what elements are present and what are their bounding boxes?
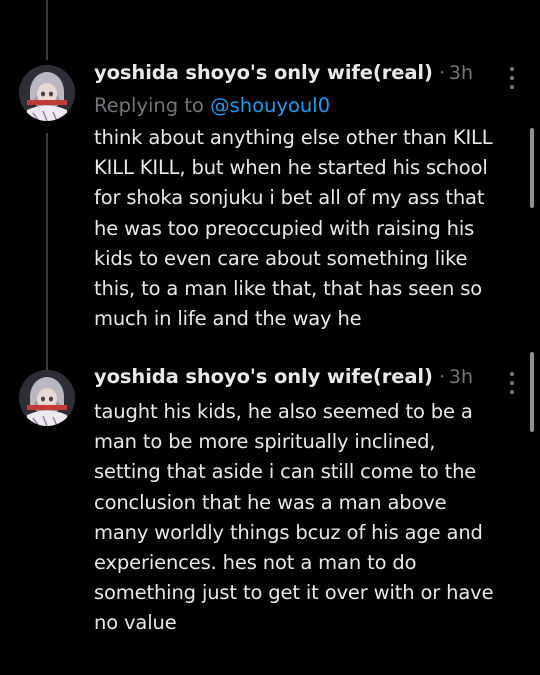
display-name[interactable]: yoshida shoyo's only wife(real): [94, 365, 433, 388]
tweet[interactable]: yoshida shoyo's only wife(real) · 3h Rep…: [0, 0, 540, 360]
timestamp[interactable]: 3h: [449, 62, 473, 84]
separator-dot: ·: [438, 62, 445, 84]
separator-dot: ·: [438, 366, 445, 388]
replying-to: Replying to @shouyoul0: [94, 91, 514, 121]
display-name[interactable]: yoshida shoyo's only wife(real): [94, 61, 433, 84]
tweet-text: think about anything else other than KIL…: [94, 126, 493, 331]
reply-handle-link[interactable]: @shouyoul0: [210, 94, 330, 117]
avatar[interactable]: [19, 65, 75, 121]
more-dots-icon[interactable]: [504, 67, 520, 89]
timestamp[interactable]: 3h: [449, 366, 473, 388]
tweet[interactable]: yoshida shoyo's only wife(real) · 3h tau…: [0, 360, 540, 675]
more-dots-icon[interactable]: [504, 372, 520, 394]
avatar-image: [19, 370, 75, 426]
avatar-image: [19, 65, 75, 121]
tweet-text: taught his kids, he also seemed to be a …: [94, 400, 494, 635]
replying-to-label: Replying to: [94, 94, 211, 117]
avatar[interactable]: [19, 370, 75, 426]
